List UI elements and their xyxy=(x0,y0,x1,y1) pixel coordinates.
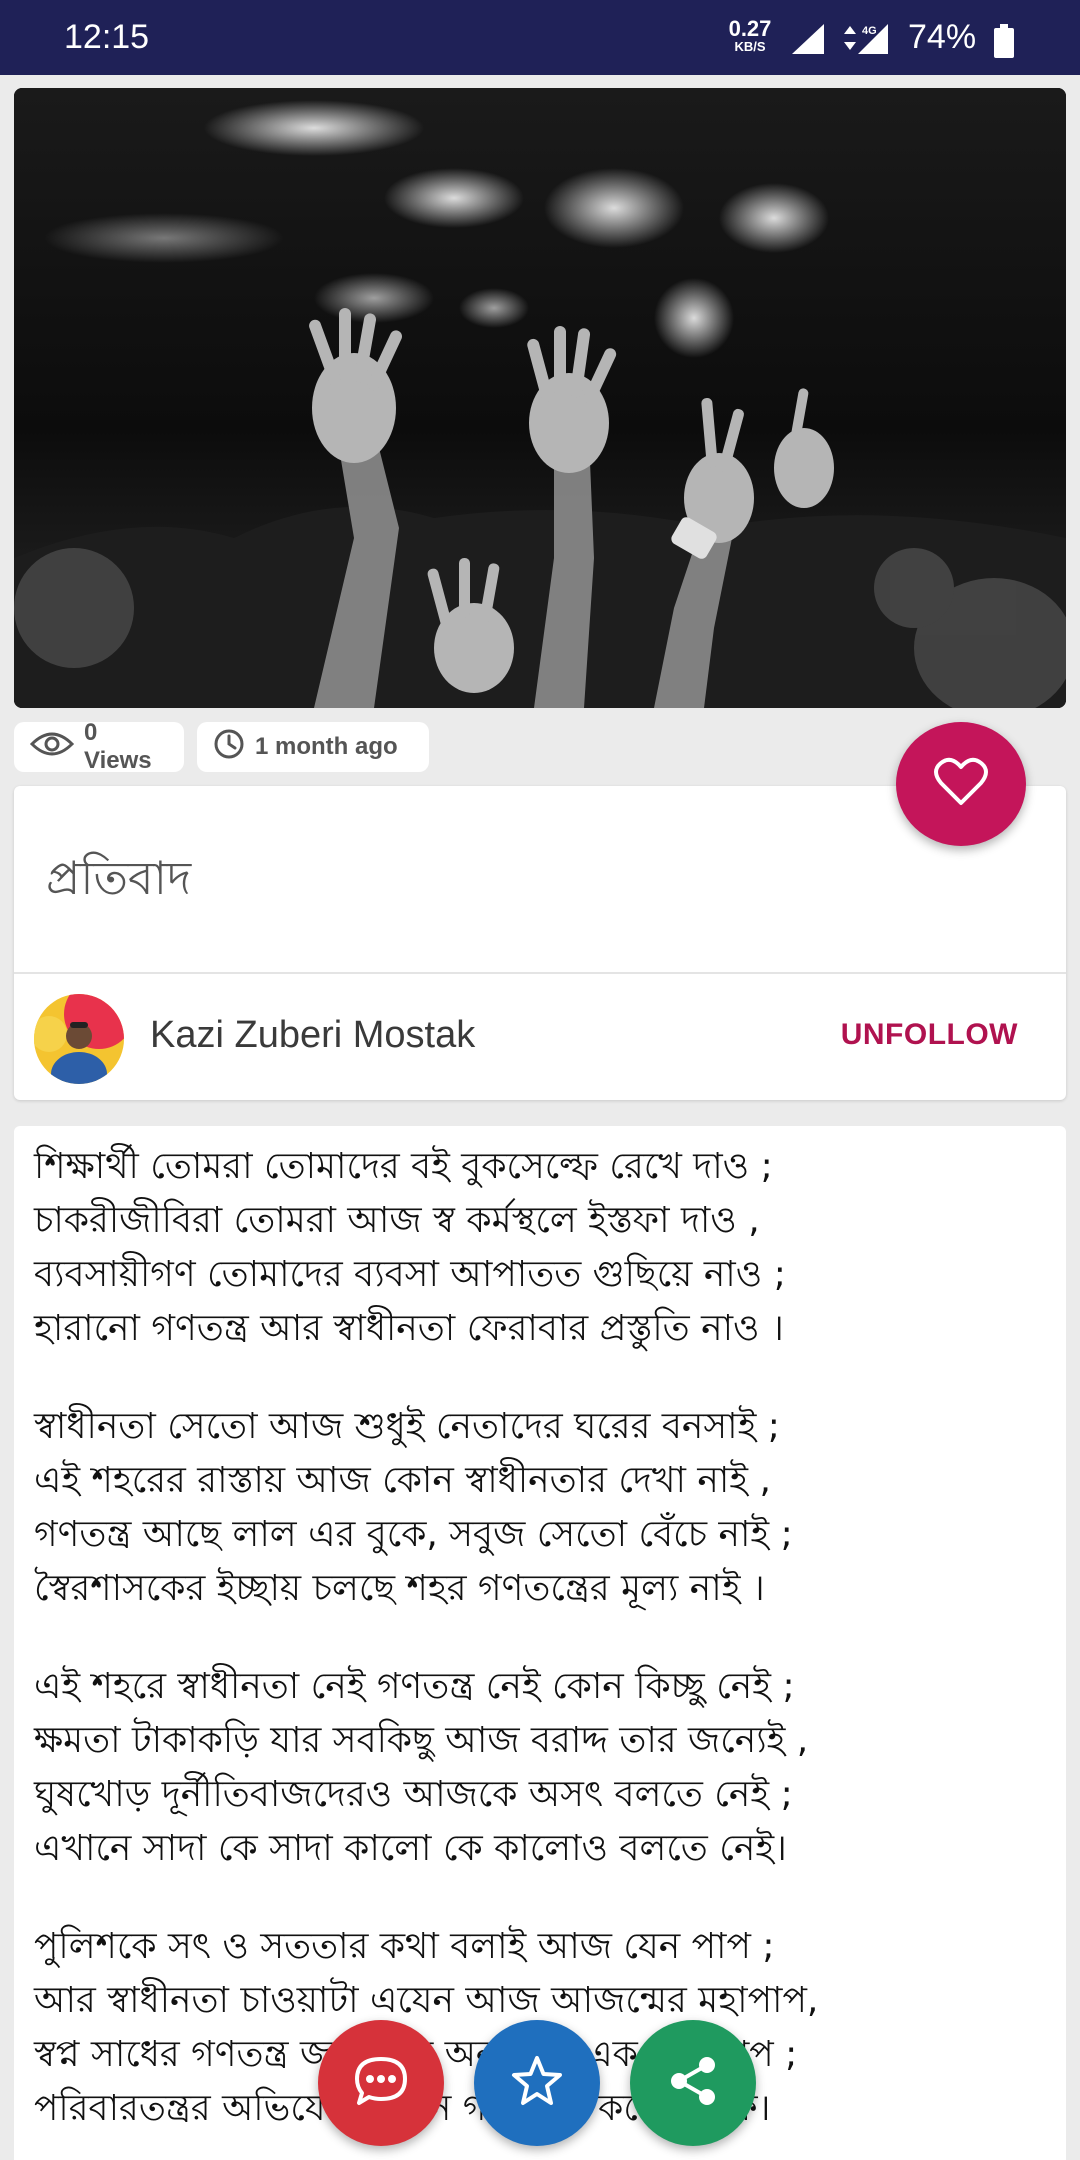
poem-line: চাকরীজীবিরা তোমরা আজ স্ব কর্মস্থলে ইস্তফ… xyxy=(34,1200,760,1241)
post-title: প্রতিবাদ xyxy=(46,851,192,905)
battery-icon xyxy=(994,24,1014,62)
eye-icon xyxy=(29,730,75,765)
share-button[interactable] xyxy=(630,2020,756,2146)
heart-icon xyxy=(933,757,989,811)
views-count: 0 Views xyxy=(84,719,152,774)
share-icon xyxy=(667,2055,719,2111)
comment-button[interactable] xyxy=(318,2020,444,2146)
network-type: 4G xyxy=(862,25,877,37)
poem-line: স্বৈরশাসকের ইচ্ছায় চলছে শহর গণতন্ত্রের … xyxy=(34,1568,765,1609)
poem-line: স্বাধীনতা সেতো আজ শুধুই নেতাদের ঘরের বনস… xyxy=(34,1406,780,1447)
poem-line: হারানো গণতন্ত্র আর স্বাধীনতা ফেরাবার প্র… xyxy=(34,1308,784,1349)
stanza-3: এই শহরে স্বাধীনতা নেই গণতন্ত্র নেই কোন ক… xyxy=(34,1660,1044,1876)
status-bar: 12:15 0.27 KB/S 4G 74% xyxy=(0,0,1080,75)
posted-time-chip: 1 month ago xyxy=(197,722,429,772)
poem-line: শিক্ষার্থী তোমরা তোমাদের বই বুকসেল্ফে রে… xyxy=(34,1146,773,1187)
poem-line: গণতন্ত্র আছে লাল এর বুকে, সবুজ সেতো বেঁচ… xyxy=(34,1514,793,1555)
like-button[interactable] xyxy=(896,722,1026,846)
stanza-1: শিক্ষার্থী তোমরা তোমাদের বই বুকসেল্ফে রে… xyxy=(34,1140,1044,1356)
posted-time: 1 month ago xyxy=(255,733,398,760)
divider xyxy=(14,972,1066,974)
star-icon xyxy=(509,2054,565,2112)
stanza-2: স্বাধীনতা সেতো আজ শুধুই নেতাদের ঘরের বনস… xyxy=(34,1400,1044,1616)
status-time: 12:15 xyxy=(64,18,150,56)
post-cover-image xyxy=(14,88,1066,708)
poem-line: এই শহরে স্বাধীনতা নেই গণতন্ত্র নেই কোন ক… xyxy=(34,1666,795,1707)
poem-body: শিক্ষার্থী তোমরা তোমাদের বই বুকসেল্ফে রে… xyxy=(14,1126,1066,2160)
wifi-signal-icon xyxy=(790,22,826,60)
poem-line: এখানে সাদা কে সাদা কালো কে কালোও বলতে নে… xyxy=(34,1828,787,1869)
author-name[interactable]: Kazi Zuberi Mostak xyxy=(150,1014,475,1057)
cellular-signal-icon: 4G xyxy=(836,22,892,60)
poem-line: ঘুষখোড় দূর্নীতিবাজদেরও আজকে অসৎ বলতে নে… xyxy=(34,1774,793,1815)
comment-dots-icon xyxy=(353,2055,409,2111)
network-speed: 0.27 KB/S xyxy=(722,16,778,56)
views-chip: 0 Views xyxy=(14,719,184,774)
unfollow-button[interactable]: UNFOLLOW xyxy=(841,1018,1018,1052)
poem-line: এই শহরের রাস্তায় আজ কোন স্বাধীনতার দেখা… xyxy=(34,1460,771,1501)
favorite-button[interactable] xyxy=(474,2020,600,2146)
battery-percent: 74% xyxy=(908,18,977,56)
poem-line: পুলিশকে সৎ ও সততার কথা বলাই আজ যেন পাপ ; xyxy=(34,1926,775,1967)
author-avatar[interactable] xyxy=(34,994,124,1084)
network-speed-value: 0.27 xyxy=(728,16,772,41)
poem-line: ক্ষমতা টাকাকড়ি যার সবকিছু আজ বরাদ্দ তার… xyxy=(34,1720,809,1761)
poem-line: ব্যবসায়ীগণ তোমাদের ব্যবসা আপাতত গুছিয়ে… xyxy=(34,1254,786,1295)
post-header-card: প্রতিবাদ Kazi Zuberi Mostak UNFOLLOW xyxy=(14,786,1066,1100)
clock-icon xyxy=(213,728,245,767)
